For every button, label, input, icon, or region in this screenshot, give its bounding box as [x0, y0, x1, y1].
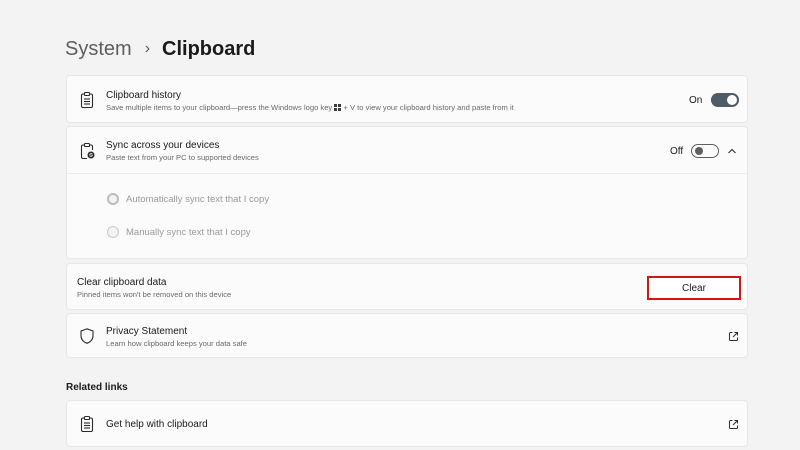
sync-state-label: Off [670, 146, 684, 157]
clipboard-history-subtitle: Save multiple items to your clipboard—pr… [106, 103, 514, 112]
help-link-card[interactable]: Get help with clipboard [66, 400, 748, 447]
external-link-icon [728, 419, 739, 430]
clear-clipboard-card: Clear clipboard data Pinned items won't … [66, 263, 748, 310]
toggle-knob [727, 95, 737, 105]
manual-sync-label: Manually sync text that I copy [126, 226, 251, 238]
auto-sync-option[interactable]: Automatically sync text that I copy [107, 193, 269, 205]
clipboard-history-card: Clipboard history Save multiple items to… [66, 75, 748, 123]
auto-sync-radio[interactable] [107, 193, 119, 205]
shield-icon [78, 327, 96, 345]
external-link-icon [728, 331, 739, 342]
page-title: Clipboard [162, 38, 256, 60]
related-links-heading: Related links [66, 382, 128, 393]
auto-sync-label: Automatically sync text that I copy [126, 193, 270, 205]
sync-toggle[interactable] [691, 144, 719, 158]
toggle-knob [695, 147, 703, 155]
help-link-label: Get help with clipboard [106, 419, 208, 430]
clipboard-history-subtitle-part2: + V to view your clipboard history and p… [341, 103, 514, 112]
sync-devices-title: Sync across your devices [106, 140, 220, 151]
manual-sync-option[interactable]: Manually sync text that I copy [107, 226, 251, 238]
clipboard-history-state-label: On [689, 95, 703, 106]
privacy-statement-card[interactable]: Privacy Statement Learn how clipboard ke… [66, 313, 748, 358]
sync-devices-subtitle: Paste text from your PC to supported dev… [106, 153, 259, 162]
privacy-statement-subtitle: Learn how clipboard keeps your data safe [106, 339, 247, 348]
breadcrumb: System › Clipboard [65, 38, 255, 61]
sync-devices-card: Sync across your devices Paste text from… [66, 126, 748, 259]
clipboard-sync-icon [78, 142, 96, 160]
sync-devices-header[interactable]: Sync across your devices Paste text from… [67, 127, 747, 174]
clipboard-history-toggle[interactable] [711, 93, 739, 107]
privacy-statement-title: Privacy Statement [106, 326, 188, 337]
breadcrumb-system-link[interactable]: System [65, 38, 132, 61]
breadcrumb-separator: › [144, 39, 151, 57]
clear-button[interactable]: Clear [647, 276, 741, 300]
clipboard-history-title: Clipboard history [106, 90, 182, 101]
manual-sync-radio[interactable] [107, 226, 119, 238]
chevron-up-icon[interactable] [726, 145, 738, 157]
settings-page: System › Clipboard Clipboard history Sav… [0, 0, 800, 450]
clipboard-history-subtitle-part1: Save multiple items to your clipboard—pr… [106, 103, 335, 112]
windows-logo-icon [334, 104, 342, 111]
clipboard-icon [78, 415, 96, 433]
clipboard-icon [78, 91, 96, 109]
clear-clipboard-subtitle: Pinned items won't be removed on this de… [77, 290, 232, 299]
clear-clipboard-title: Clear clipboard data [77, 277, 167, 288]
